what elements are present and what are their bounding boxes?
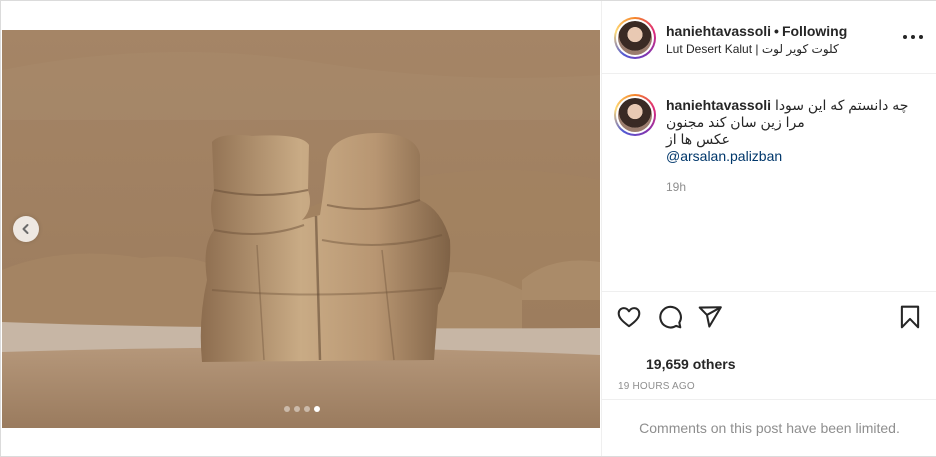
post-photo[interactable]	[2, 30, 600, 428]
bookmark-icon	[900, 305, 920, 329]
share-icon	[698, 306, 722, 328]
carousel-indicator	[284, 406, 320, 412]
more-options-icon	[903, 35, 907, 39]
action-bar	[602, 291, 936, 341]
profile-photo	[618, 98, 652, 132]
carousel-prev-button[interactable]	[13, 216, 39, 242]
post-location[interactable]: Lut Desert Kalut | کلوت کویر لوت	[666, 42, 896, 56]
avatar[interactable]	[614, 17, 656, 59]
carousel-dot	[284, 406, 290, 412]
post-card: haniehtavassoli • Following Lut Desert Kal…	[0, 0, 936, 457]
like-button[interactable]	[616, 304, 642, 330]
caption-avatar[interactable]	[614, 94, 656, 136]
following-button[interactable]: Following	[782, 23, 847, 39]
comment-button[interactable]	[657, 304, 683, 330]
carousel-dot	[304, 406, 310, 412]
caption-mention-link[interactable]: @arsalan.palizban	[666, 148, 928, 165]
caption-line: مرا زین سان کند مجنون	[666, 114, 805, 130]
chevron-left-icon	[22, 224, 29, 234]
share-button[interactable]	[697, 304, 723, 330]
heart-icon	[617, 307, 641, 328]
comments-limited-notice: Comments on this post have been limited.	[602, 399, 936, 456]
post-side-panel: haniehtavassoli • Following Lut Desert Kal…	[601, 1, 936, 456]
post-timestamp[interactable]: 19 HOURS AGO	[618, 381, 695, 392]
post-media	[2, 2, 600, 456]
likes-count[interactable]: 19,659 others	[646, 356, 736, 372]
caption-line: چه دانستم که این سودا	[774, 97, 909, 113]
caption-username[interactable]: haniehtavassoli	[666, 97, 771, 113]
caption-timestamp[interactable]: 19h	[666, 179, 928, 196]
caption-line: عکس ها از	[666, 131, 731, 147]
desert-photo	[2, 30, 600, 428]
save-button[interactable]	[897, 304, 923, 330]
post-caption: haniehtavassoli چه دانستم که این سودا مر…	[602, 74, 936, 291]
post-header: haniehtavassoli • Following Lut Desert Kal…	[602, 1, 936, 74]
more-options-button[interactable]	[903, 29, 923, 45]
post-username[interactable]: haniehtavassoli	[666, 23, 771, 39]
profile-photo	[618, 21, 652, 55]
carousel-dot	[294, 406, 300, 412]
separator: •	[774, 23, 779, 39]
carousel-dot-active	[314, 406, 320, 412]
comment-icon	[659, 305, 682, 329]
